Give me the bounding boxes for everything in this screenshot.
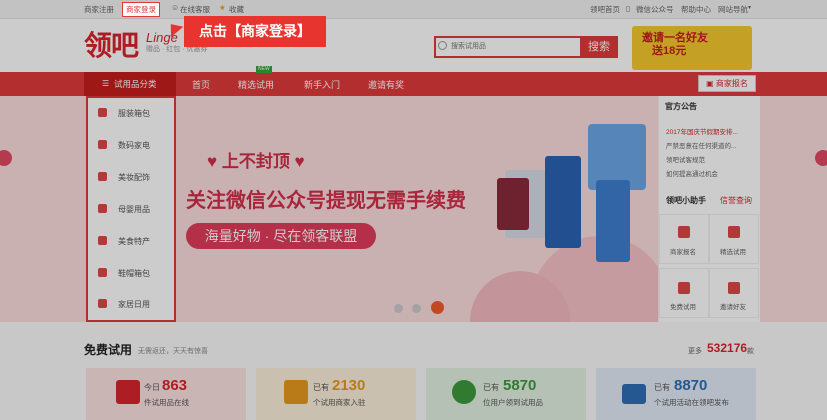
- chevron-down-icon: ▾: [748, 5, 752, 11]
- wechat-link[interactable]: 微信公众号: [636, 4, 674, 15]
- count-label: 更多: [688, 348, 702, 355]
- nav-item-beginner[interactable]: 新手入门: [304, 78, 340, 91]
- notice-item[interactable]: 领吧试客规范: [666, 154, 754, 164]
- phone-icon: ▯: [626, 4, 631, 13]
- tab-helper[interactable]: 领吧小助手: [666, 195, 706, 206]
- merchant-report-label: 商家报名: [715, 79, 748, 88]
- online-service-link[interactable]: 在线客服: [180, 4, 210, 15]
- search-button[interactable]: 搜索: [580, 36, 618, 58]
- stat-card-today[interactable]: [86, 368, 246, 420]
- category-item-beauty[interactable]: 美妆配饰: [118, 172, 150, 183]
- instruction-callout: 点击【商家登录】: [184, 16, 326, 47]
- stat-card-users[interactable]: [426, 368, 586, 420]
- stat-prefix: 今日: [144, 383, 160, 392]
- notice-item[interactable]: 严禁恶意在任何渠道的...: [666, 140, 754, 150]
- helper-label: 商家报名: [670, 249, 696, 256]
- hero-headline-text: 上不封顶: [221, 152, 290, 171]
- nav-item-home[interactable]: 首页: [192, 78, 210, 91]
- stat-card-merchants[interactable]: [256, 368, 416, 420]
- category-label[interactable]: 试用品分类: [114, 78, 157, 90]
- stat-desc: 位用户领到试用品: [483, 398, 543, 407]
- merchant-icon: [678, 226, 690, 238]
- helper-label: 免费试用: [670, 304, 696, 311]
- merchant-login-link[interactable]: 商家登录: [126, 4, 156, 15]
- stat-number: 863: [162, 377, 188, 394]
- users-icon: [728, 282, 740, 294]
- favorite-link[interactable]: 收藏: [229, 4, 244, 15]
- stat-desc: 个试用活动在领吧发布: [654, 398, 729, 407]
- category-item-digital[interactable]: 数码家电: [118, 140, 150, 151]
- merchant-register-link[interactable]: 商家注册: [84, 4, 114, 15]
- carousel-dot-3-active[interactable]: [431, 301, 444, 314]
- hero-subheadline: 关注微信公众号提现无需手续费: [186, 188, 466, 212]
- category-item-shoes[interactable]: 鞋帽箱包: [118, 268, 150, 279]
- category-item-home[interactable]: 家居日用: [118, 299, 150, 310]
- stat-prefix: 已有: [483, 383, 499, 392]
- invite-promo-text: 邀请一名好友 送18元: [642, 32, 708, 58]
- carousel-dot-1[interactable]: [394, 304, 403, 313]
- category-item-baby[interactable]: 母婴用品: [118, 204, 150, 215]
- promo-line1: 邀请一名好友: [642, 32, 708, 44]
- baby-icon: [98, 204, 107, 213]
- site-nav-link[interactable]: 网站导航: [718, 4, 748, 15]
- stat-card-activities[interactable]: [596, 368, 756, 420]
- shopping-bag-icon: [116, 380, 140, 404]
- shop-icon: [284, 380, 308, 404]
- merchant-report-button[interactable]: ▣ 商家报名: [698, 75, 756, 92]
- stat-prefix: 已有: [313, 383, 329, 392]
- helper-label: 邀请好友: [720, 304, 746, 311]
- clothing-icon: [98, 108, 107, 117]
- help-link[interactable]: 帮助中心: [681, 4, 711, 15]
- category-item-clothing[interactable]: 服装箱包: [118, 108, 150, 119]
- nav-item-featured[interactable]: 精选试用: [238, 78, 274, 91]
- helper-label: 精选试用: [720, 249, 746, 256]
- section-title: 免费试用: [84, 343, 133, 357]
- tab-credit-check[interactable]: 信誉查询: [720, 195, 752, 206]
- count-value: 532176: [707, 341, 748, 355]
- menu-icon: ☰: [102, 79, 110, 88]
- lipstick-icon: [98, 172, 107, 181]
- heart-icon: [452, 380, 476, 404]
- search-input[interactable]: [451, 38, 577, 54]
- service-icon: ☺: [171, 3, 180, 12]
- phone-icon: [98, 140, 107, 149]
- notice-title: 官方公告: [665, 102, 697, 111]
- nav-item-invite[interactable]: 邀请有奖: [368, 78, 404, 91]
- promo-line2: 送18元: [652, 45, 687, 57]
- stat-prefix: 已有: [654, 383, 670, 392]
- hero-headline: ♥ 上不封顶 ♥: [207, 152, 305, 171]
- helper-item-featured[interactable]: [709, 214, 759, 264]
- gem-icon: [728, 226, 740, 238]
- stat-number: 8870: [674, 377, 708, 394]
- hero-pill: 海量好物 · 尽在领客联盟: [186, 223, 376, 249]
- open-sign-icon: [622, 384, 646, 404]
- notice-item[interactable]: 如何提高通过机会: [666, 168, 754, 178]
- home-link[interactable]: 领吧首页: [590, 4, 620, 15]
- gift-icon: [678, 282, 690, 294]
- carousel-dot-2[interactable]: [412, 304, 421, 313]
- stat-number: 5870: [503, 377, 537, 394]
- logo-cn[interactable]: 领吧: [84, 24, 139, 64]
- category-item-food[interactable]: 美食特产: [118, 236, 150, 247]
- section-subtitle: 无需返还，天天有惊喜: [138, 348, 208, 355]
- stat-desc: 个试用商家入驻: [313, 398, 366, 407]
- new-badge: NEW: [256, 66, 272, 73]
- helper-item-merchant[interactable]: [659, 214, 709, 264]
- food-icon: [98, 236, 107, 245]
- star-icon: ★: [219, 3, 226, 12]
- search-icon: [438, 41, 447, 50]
- home-goods-icon: [98, 299, 107, 308]
- count-unit: 款: [747, 348, 754, 355]
- stat-number: 2130: [332, 377, 366, 394]
- notice-item[interactable]: 2017年国庆节假期安排...: [666, 126, 754, 136]
- shoe-icon: [98, 268, 107, 277]
- stat-desc: 件试用品在线: [144, 398, 189, 407]
